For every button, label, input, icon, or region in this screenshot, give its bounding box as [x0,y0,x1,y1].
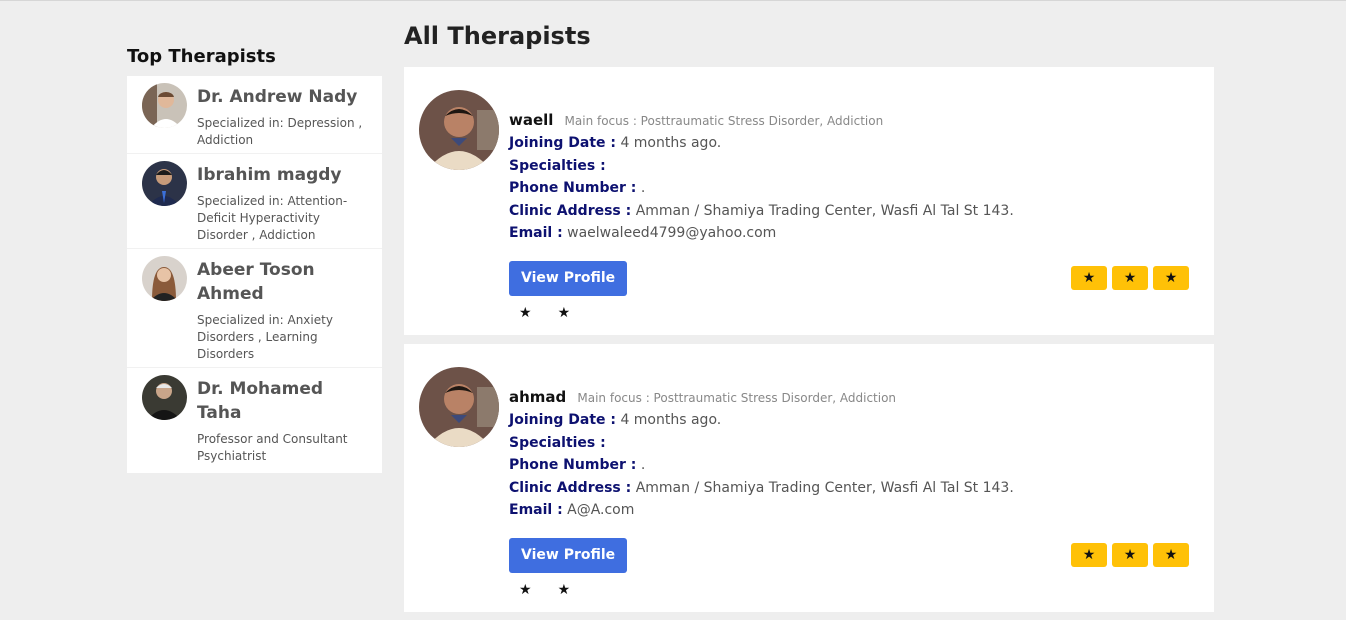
clinic-address-value: Amman / Shamiya Trading Center, Wasfi Al… [635,479,1014,496]
therapist-card: waell Main focus : Posttraumatic Stress … [404,67,1214,335]
phone-label: Phone Number : [509,457,637,473]
sidebar-title: Top Therapists [127,46,276,67]
rating-stars: ★ ★ ★ [1071,266,1189,290]
therapist-name[interactable]: Ibrahim magdy [197,163,372,187]
star-icon: ★ [519,582,532,598]
therapist-specialization: Specialized in: Anxiety Disorders , Lear… [197,313,333,361]
clinic-address-row: Clinic Address : Amman / Shamiya Trading… [509,200,1194,223]
rating-stars: ★ ★ ★ [1071,543,1189,567]
main-focus: Main focus : Posttraumatic Stress Disord… [577,391,897,405]
email-value: waelwaleed4799@yahoo.com [567,225,777,241]
phone-value: . [640,180,646,196]
top-therapist-item[interactable]: Dr. Andrew Nady Specialized in: Depressi… [127,76,382,154]
avatar[interactable] [419,367,499,447]
star-icon[interactable]: ★ [1071,543,1107,567]
specialties-row: Specialties : [509,155,1194,178]
therapist-card: ahmad Main focus : Posttraumatic Stress … [404,344,1214,612]
joining-date-value: 4 months ago. [620,135,722,151]
top-therapist-item[interactable]: Dr. Mohamed Taha Professor and Consultan… [127,368,382,473]
avatar[interactable] [142,83,187,128]
phone-value: . [640,457,646,473]
small-rating-stars: ★ ★ [519,305,596,321]
therapist-name[interactable]: Dr. Mohamed Taha [197,377,372,425]
star-icon: ★ [519,305,532,321]
phone-label: Phone Number : [509,180,637,196]
top-therapists-list: Dr. Andrew Nady Specialized in: Depressi… [127,76,382,473]
joining-date-row: Joining Date : 4 months ago. [509,132,1194,155]
specialties-row: Specialties : [509,432,1194,455]
therapist-details: ahmad Main focus : Posttraumatic Stress … [509,386,1194,522]
small-rating-stars: ★ ★ [519,582,596,598]
joining-date-label: Joining Date : [509,412,616,428]
clinic-address-value: Amman / Shamiya Trading Center, Wasfi Al… [635,202,1014,219]
email-row: Email : A@A.com [509,499,1194,522]
email-label: Email : [509,502,563,518]
therapist-name: ahmad [509,388,567,406]
star-icon[interactable]: ★ [1153,266,1189,290]
star-icon[interactable]: ★ [1112,266,1148,290]
email-row: Email : waelwaleed4799@yahoo.com [509,222,1194,245]
therapist-name[interactable]: Abeer Toson Ahmed [197,258,372,306]
joining-date-label: Joining Date : [509,135,616,151]
email-label: Email : [509,225,563,241]
therapist-details: waell Main focus : Posttraumatic Stress … [509,109,1194,245]
therapist-name: waell [509,111,554,129]
therapist-name[interactable]: Dr. Andrew Nady [197,85,372,109]
clinic-address-row: Clinic Address : Amman / Shamiya Trading… [509,477,1194,500]
view-profile-button[interactable]: View Profile [509,538,628,573]
avatar[interactable] [419,90,499,170]
joining-date-value: 4 months ago. [620,412,722,428]
clinic-address-label: Clinic Address : [509,202,632,219]
specialties-label: Specialties : [509,434,606,451]
all-therapists-section: All Therapists waell Main focus : Posttr… [404,21,1214,612]
clinic-address-label: Clinic Address : [509,479,632,496]
star-icon: ★ [557,305,571,321]
top-therapists-sidebar: Top Therapists Dr. Andrew Nady Specializ… [127,46,382,473]
email-value: A@A.com [567,502,635,518]
star-icon: ★ [557,582,571,598]
avatar[interactable] [142,256,187,301]
specialties-label: Specialties : [509,157,606,174]
phone-row: Phone Number : . [509,177,1194,200]
view-profile-button[interactable]: View Profile [509,261,628,296]
top-therapist-item[interactable]: Ibrahim magdy Specialized in: Attention-… [127,154,382,249]
avatar[interactable] [142,161,187,206]
joining-date-row: Joining Date : 4 months ago. [509,409,1194,432]
therapist-specialization: Professor and Consultant Psychiatrist [197,432,348,463]
page-title: All Therapists [404,22,591,50]
star-icon[interactable]: ★ [1112,543,1148,567]
avatar[interactable] [142,375,187,420]
top-therapist-item[interactable]: Abeer Toson Ahmed Specialized in: Anxiet… [127,249,382,368]
star-icon[interactable]: ★ [1153,543,1189,567]
therapist-specialization: Specialized in: Depression , Addiction [197,116,363,147]
main-focus: Main focus : Posttraumatic Stress Disord… [564,114,884,128]
star-icon[interactable]: ★ [1071,266,1107,290]
therapist-specialization: Specialized in: Attention-Deficit Hypera… [197,194,348,242]
phone-row: Phone Number : . [509,454,1194,477]
